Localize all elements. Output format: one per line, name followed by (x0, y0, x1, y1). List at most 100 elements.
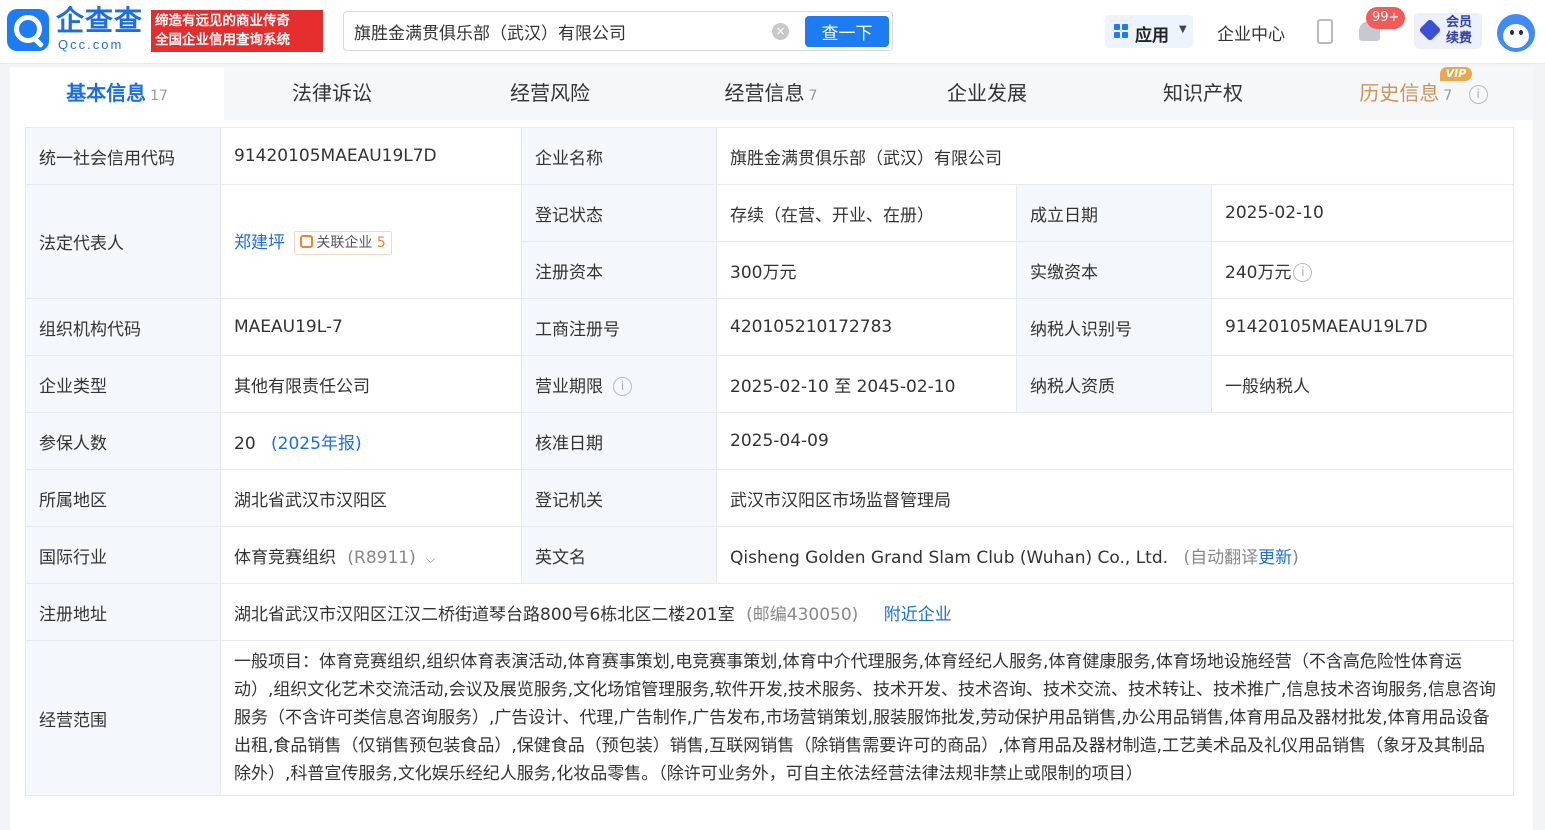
user-avatar[interactable] (1494, 8, 1538, 54)
related-icon (300, 235, 314, 248)
qcc-logo-icon[interactable] (7, 9, 49, 51)
basic-info-panel: 统一社会信用代码 91420105MAEAU19L7D 企业名称 旗胜金满贯俱乐… (10, 120, 1533, 830)
biz-reg-no-label: 工商注册号 (521, 298, 717, 356)
tab-label: 经营风险 (510, 81, 590, 105)
approve-date-value: 2025-04-09 (715, 412, 1515, 470)
reg-capital-label: 注册资本 (521, 241, 717, 299)
term-label-cell: 营业期限 i (521, 355, 717, 413)
vip-renew-button[interactable]: 会员续费 (1414, 13, 1482, 49)
related-label: 关联企业 (316, 235, 373, 251)
scope-value: 一般项目：体育竞赛组织,组织体育表演活动,体育赛事策划,电竞赛事策划,体育中介代… (219, 640, 1515, 796)
vip-tag: VIP (1440, 67, 1472, 81)
postcode: (邮编430050) (746, 604, 859, 625)
reg-authority-label: 登记机关 (521, 469, 717, 527)
table-row: 经营范围 一般项目：体育竞赛组织,组织体育表演活动,体育赛事策划,电竞赛事策划,… (25, 640, 1515, 796)
found-date-value: 2025-02-10 (1210, 184, 1515, 242)
tab-history-info[interactable]: 历史信息 7 i (1314, 67, 1533, 120)
scope-label: 经营范围 (25, 640, 221, 796)
tab-label: 知识产权 (1163, 81, 1243, 105)
info-icon[interactable]: i (1293, 263, 1313, 282)
org-code-value: MAEAU19L-7 (220, 298, 522, 356)
ent-type-label: 企业类型 (25, 355, 221, 413)
tab-operation-info[interactable]: 经营信息 7 (660, 67, 882, 120)
insured-value: 20 (234, 433, 256, 454)
info-icon[interactable]: i (1468, 85, 1488, 104)
table-row: 统一社会信用代码 91420105MAEAU19L7D 企业名称 旗胜金满贯俱乐… (25, 127, 1515, 185)
tab-label: 法律诉讼 (292, 81, 372, 105)
insured-cell: 20 (2025年报) (220, 412, 522, 470)
top-header: 企查查 Qcc.com 缔造有远见的商业传奇 全国企业信用查询系统 × 查一下 … (0, 0, 1545, 64)
tab-label: 经营信息 (724, 81, 805, 105)
company-name-label: 企业名称 (521, 127, 717, 185)
legal-rep-label: 法定代表人 (25, 184, 221, 299)
table-row: 法定代表人 郑建坪 关联企业 5 登记状态 存续（在营、开业、在册） 成立日期 … (25, 184, 1515, 299)
related-count: 5 (376, 235, 386, 251)
address-label: 注册地址 (25, 583, 221, 641)
legal-rep-cell: 郑建坪 关联企业 5 (220, 184, 522, 299)
table-row: 注册地址 湖北省武汉市汉阳区江汉二桥街道琴台路800号6栋北区二楼201室 (邮… (25, 583, 1515, 641)
basic-info-table: 统一社会信用代码 91420105MAEAU19L7D 企业名称 旗胜金满贯俱乐… (25, 127, 1515, 796)
tab-development[interactable]: 企业发展 (882, 67, 1092, 120)
org-code-label: 组织机构代码 (25, 298, 221, 356)
taxpayer-qual-label: 纳税人资质 (1016, 355, 1212, 413)
table-row: 组织机构代码 MAEAU19L-7 工商注册号 420105210172783 … (25, 298, 1515, 356)
tab-operation-risk[interactable]: 经营风险 (440, 67, 660, 120)
slogan-banner: 缔造有远见的商业传奇 全国企业信用查询系统 (151, 10, 323, 52)
region-value: 湖北省武汉市汉阳区 (220, 469, 522, 527)
chevron-down-icon[interactable]: ⌵ (426, 552, 436, 567)
insured-year-link[interactable]: (2025年报) (271, 434, 362, 454)
en-name-note-suffix: ) (1292, 547, 1299, 568)
approve-date-label: 核准日期 (521, 412, 717, 470)
industry-cell[interactable]: 体育竞赛组织 (R8911) ⌵ (220, 526, 522, 584)
reg-authority-value: 武汉市汉阳区市场监督管理局 (715, 469, 1515, 527)
related-companies-tag[interactable]: 关联企业 5 (294, 231, 392, 255)
table-row: 所属地区 湖北省武汉市汉阳区 登记机关 武汉市汉阳区市场监督管理局 (25, 469, 1515, 527)
mobile-phone-icon[interactable] (1317, 19, 1333, 44)
logo-subtext: Qcc.com (58, 37, 124, 52)
legal-rep-link[interactable]: 郑建坪 (234, 233, 285, 253)
tab-basic-info[interactable]: 基本信息 17 (10, 67, 224, 120)
term-value: 2025-02-10 至 2045-02-10 (716, 355, 1017, 413)
en-name-note-prefix: (自动翻译 (1183, 547, 1259, 568)
taxpayer-id-value: 91420105MAEAU19L7D (1210, 298, 1515, 356)
taxpayer-id-label: 纳税人识别号 (1016, 298, 1212, 356)
en-name-label: 英文名 (521, 526, 717, 584)
paid-capital-value: 240万元 (1225, 262, 1292, 283)
reg-status-label: 登记状态 (521, 184, 717, 242)
found-date-label: 成立日期 (1016, 184, 1212, 242)
app-menu-button[interactable]: 应用 ▼ (1105, 15, 1193, 48)
nearby-companies-link[interactable]: 附近企业 (884, 605, 952, 625)
address-cell: 湖北省武汉市汉阳区江汉二桥街道琴台路800号6栋北区二楼201室 (邮编4300… (219, 583, 1515, 641)
industry-label: 国际行业 (25, 526, 221, 584)
en-name-value: Qisheng Golden Grand Slam Club (Wuhan) C… (730, 547, 1169, 568)
tab-legal-litigation[interactable]: 法律诉讼 (224, 67, 440, 120)
term-label: 营业期限 (535, 376, 603, 397)
tab-count: 7 (1443, 88, 1453, 104)
taxpayer-qual-value: 一般纳税人 (1210, 355, 1515, 413)
paid-capital-cell: 240万元 i (1210, 241, 1515, 299)
caret-down-icon: ▼ (1179, 24, 1187, 35)
table-row: 企业类型 其他有限责任公司 营业期限 i 2025-02-10 至 2045-02… (25, 355, 1515, 413)
table-row: 参保人数 20 (2025年报) 核准日期 2025-04-09 (25, 412, 1515, 470)
tab-intellectual-property[interactable]: 知识产权 (1092, 67, 1314, 120)
search-button[interactable]: 查一下 (805, 16, 889, 47)
notification-badge: 99+ (1366, 7, 1406, 29)
credit-code-value: 91420105MAEAU19L7D (220, 127, 522, 185)
app-menu-label: 应用 (1135, 26, 1169, 46)
industry-code: (R8911) (347, 547, 416, 568)
clear-icon[interactable]: × (772, 23, 789, 40)
credit-code-label: 统一社会信用代码 (25, 127, 221, 185)
grid-icon (1114, 24, 1129, 39)
vip-crown-icon (1418, 18, 1442, 42)
industry-value: 体育竞赛组织 (234, 547, 336, 568)
logo-text[interactable]: 企查查 (56, 6, 143, 36)
enterprise-center-link[interactable]: 企业中心 (1217, 20, 1285, 45)
table-row: 国际行业 体育竞赛组织 (R8911) ⌵ 英文名 Qisheng Golden … (25, 526, 1515, 584)
reg-status-value: 存续（在营、开业、在册） (716, 184, 1017, 242)
company-name-value: 旗胜金满贯俱乐部（武汉）有限公司 (715, 127, 1515, 185)
paid-capital-label: 实缴资本 (1016, 241, 1212, 299)
search-input[interactable] (354, 12, 764, 50)
en-name-update-link[interactable]: 更新 (1258, 548, 1292, 568)
tab-count: 17 (150, 88, 168, 104)
info-icon[interactable]: i (613, 377, 632, 396)
